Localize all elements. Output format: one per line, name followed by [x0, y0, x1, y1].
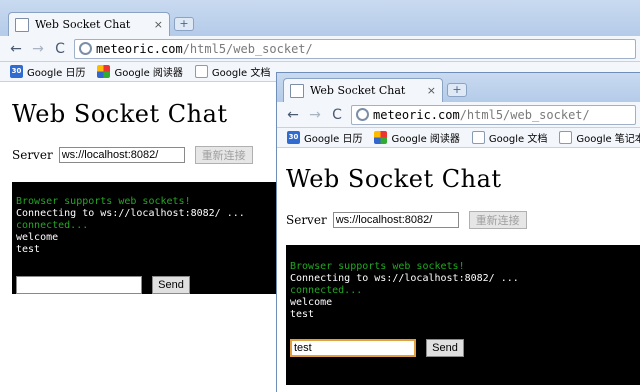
- reconnect-button[interactable]: 重新连接: [468, 211, 527, 229]
- console-line: Connecting to ws://localhost:8082/ ...: [16, 208, 245, 219]
- tab-web-socket-chat[interactable]: Web Socket Chat ×: [8, 12, 170, 36]
- new-tab-button[interactable]: +: [447, 83, 467, 97]
- browser-toolbar: ← → C meteoric.com/html5/web_socket/: [0, 36, 640, 62]
- tab-web-socket-chat[interactable]: Web Socket Chat ×: [283, 78, 443, 102]
- new-tab-button[interactable]: +: [174, 17, 194, 31]
- bookmarks-bar: 30 Google 日历 Google 阅读器 Google 文档 Google…: [277, 128, 640, 148]
- reader-icon: [374, 131, 388, 144]
- send-row: Send: [290, 339, 637, 357]
- message-input[interactable]: [16, 276, 142, 294]
- bookmark-google-notebook[interactable]: Google 笔记本: [559, 130, 640, 145]
- server-label: Server: [286, 213, 327, 227]
- document-icon: [194, 65, 208, 78]
- server-row: Server 重新连接: [12, 146, 253, 164]
- page-content: Web Socket Chat Server 重新连接: [12, 100, 253, 164]
- bookmark-label: Google 文档: [488, 134, 548, 145]
- page-icon: [290, 83, 304, 98]
- page-title: Web Socket Chat: [286, 165, 502, 193]
- address-bar[interactable]: meteoric.com/html5/web_socket/: [74, 38, 636, 59]
- send-button[interactable]: Send: [152, 276, 190, 294]
- console-line: welcome: [16, 232, 59, 243]
- server-label: Server: [12, 148, 53, 162]
- calendar-icon: 30: [287, 131, 300, 144]
- address-url: meteoric.com/html5/web_socket/: [96, 41, 313, 56]
- console-line: Browser supports web sockets!: [16, 196, 191, 207]
- message-input[interactable]: [290, 339, 416, 357]
- console-line: connected...: [290, 285, 363, 296]
- bookmark-label: Google 阅读器: [391, 134, 460, 145]
- globe-icon: [356, 108, 369, 121]
- address-url: meteoric.com/html5/web_socket/: [373, 107, 590, 122]
- close-tab-icon[interactable]: ×: [427, 84, 436, 97]
- bookmark-google-calendar[interactable]: 30 Google 日历: [287, 130, 362, 145]
- console-line: welcome: [290, 297, 333, 308]
- bookmark-label: Google 笔记本: [576, 134, 640, 145]
- forward-arrow-icon[interactable]: →: [30, 41, 46, 57]
- console-line: Connecting to ws://localhost:8082/ ...: [290, 273, 519, 284]
- send-row: Send: [16, 276, 274, 294]
- console-line: connected...: [16, 220, 89, 231]
- server-url-input[interactable]: [332, 212, 459, 228]
- tab-strip: Web Socket Chat × +: [277, 73, 640, 102]
- bookmark-google-reader[interactable]: Google 阅读器: [97, 64, 183, 79]
- reload-icon[interactable]: C: [52, 41, 68, 57]
- document-icon: [559, 131, 573, 144]
- address-bar[interactable]: meteoric.com/html5/web_socket/: [351, 104, 636, 125]
- document-icon: [471, 131, 485, 144]
- calendar-icon: 30: [10, 65, 23, 78]
- console-line: test: [16, 244, 41, 255]
- browser-toolbar: ← → C meteoric.com/html5/web_socket/: [277, 102, 640, 128]
- tab-title: Web Socket Chat: [310, 84, 406, 97]
- tab-title: Web Socket Chat: [35, 18, 131, 31]
- console-line: test: [290, 309, 315, 320]
- page-content: Web Socket Chat Server 重新连接: [286, 165, 527, 229]
- bookmark-label: Google 日历: [27, 68, 86, 79]
- server-row: Server 重新连接: [286, 211, 527, 229]
- reader-icon: [97, 65, 111, 78]
- page-title: Web Socket Chat: [12, 100, 228, 128]
- globe-icon: [79, 42, 92, 55]
- page-icon: [15, 17, 29, 32]
- bookmark-label: Google 文档: [211, 68, 271, 79]
- chat-console: Browser supports web sockets! Connecting…: [12, 182, 278, 294]
- reconnect-button[interactable]: 重新连接: [194, 146, 253, 164]
- bookmark-google-docs[interactable]: Google 文档: [194, 64, 271, 79]
- tab-strip: Web Socket Chat × +: [0, 0, 640, 36]
- console-line: Browser supports web sockets!: [290, 261, 465, 272]
- bookmark-google-reader[interactable]: Google 阅读器: [374, 130, 460, 145]
- bookmark-google-docs[interactable]: Google 文档: [471, 130, 548, 145]
- bookmark-google-calendar[interactable]: 30 Google 日历: [10, 64, 85, 79]
- bookmark-label: Google 日历: [304, 134, 363, 145]
- back-arrow-icon[interactable]: ←: [285, 107, 301, 123]
- bookmark-label: Google 阅读器: [114, 68, 183, 79]
- front-browser-window: Web Socket Chat × + ← → C meteoric.com/h…: [276, 72, 640, 392]
- server-url-input[interactable]: [58, 147, 185, 163]
- chat-console: Browser supports web sockets! Connecting…: [286, 245, 640, 385]
- send-button[interactable]: Send: [426, 339, 464, 357]
- forward-arrow-icon[interactable]: →: [307, 107, 323, 123]
- back-arrow-icon[interactable]: ←: [8, 41, 24, 57]
- reload-icon[interactable]: C: [329, 107, 345, 123]
- close-tab-icon[interactable]: ×: [154, 18, 163, 31]
